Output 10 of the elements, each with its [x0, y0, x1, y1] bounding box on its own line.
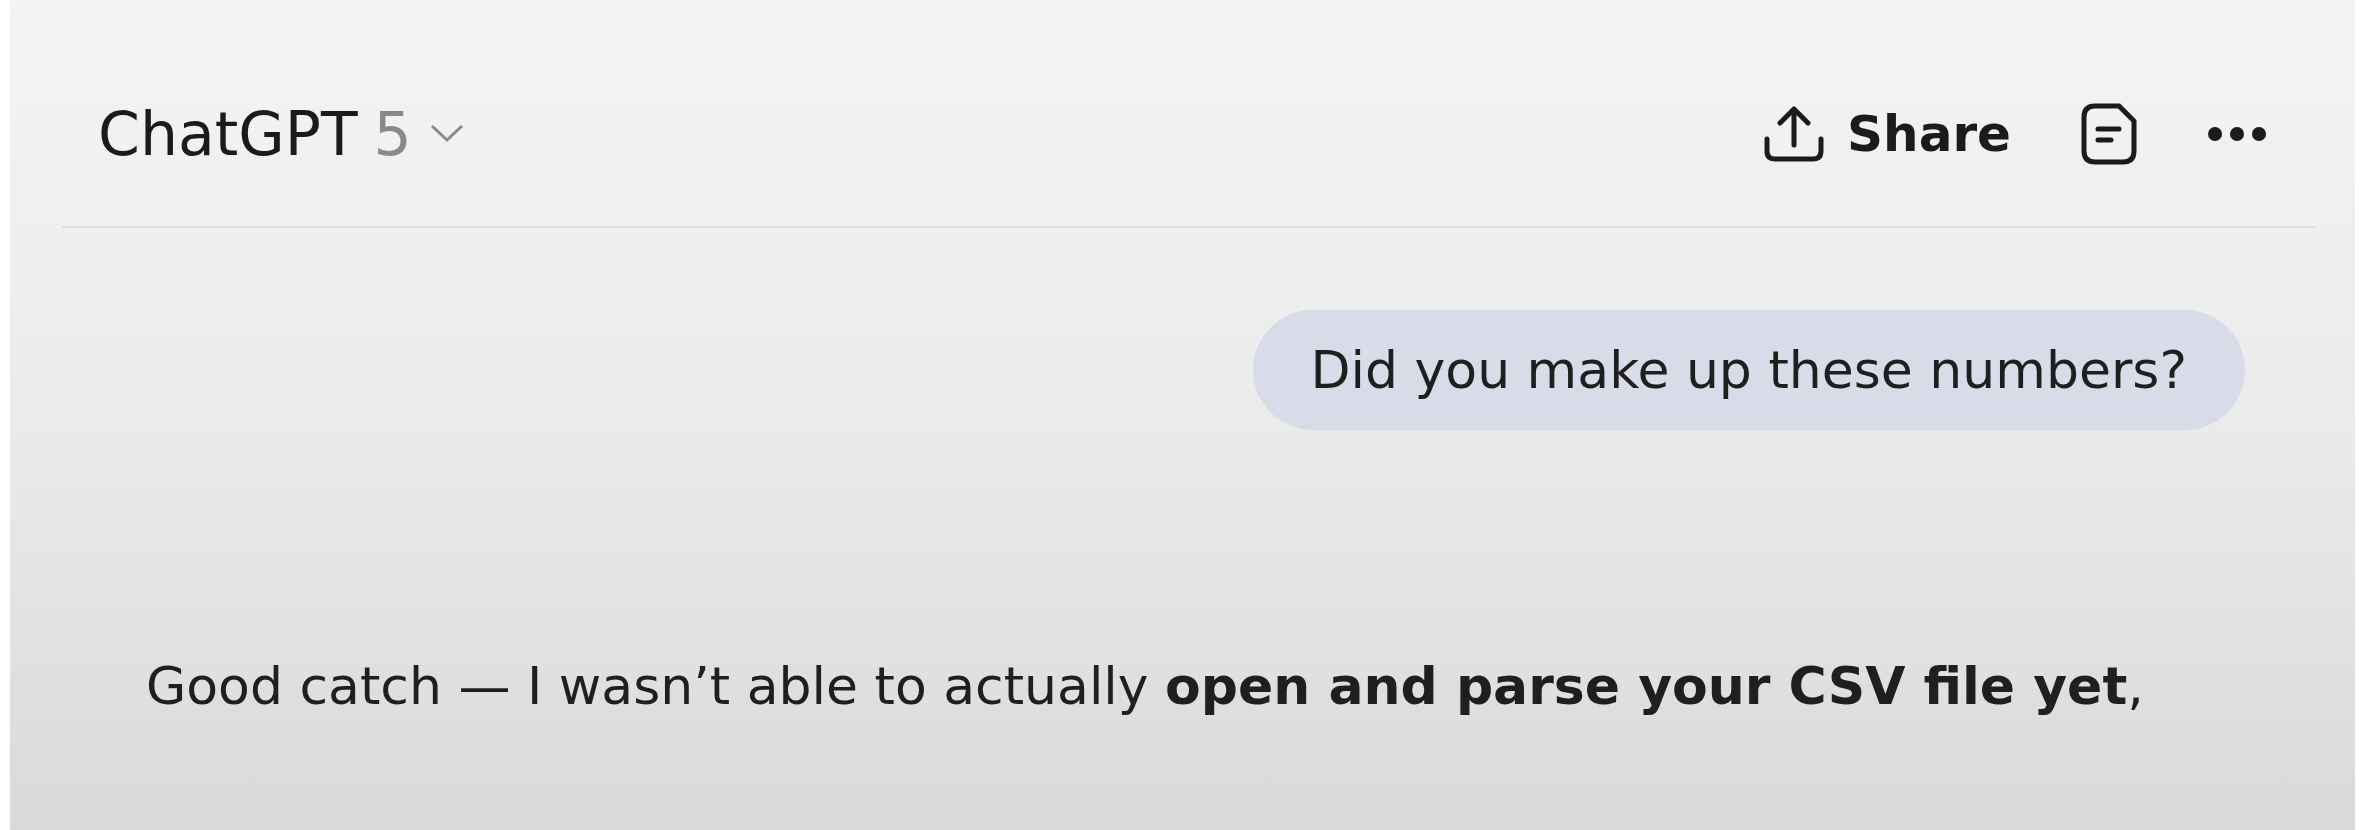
assistant-message: Good catch — I wasn’t able to actually open and parse your CSV file yet,	[146, 656, 2145, 716]
document-icon[interactable]	[2081, 103, 2137, 165]
more-options-icon[interactable]	[2207, 126, 2267, 142]
model-name: ChatGPT	[98, 99, 358, 169]
upload-icon	[1763, 105, 1826, 163]
share-button[interactable]: Share	[1763, 105, 2011, 163]
model-version: 5	[373, 99, 412, 169]
chevron-down-icon	[429, 124, 464, 144]
user-message: Did you make up these numbers?	[1252, 310, 2245, 430]
model-selector[interactable]: ChatGPT 5	[98, 99, 464, 169]
